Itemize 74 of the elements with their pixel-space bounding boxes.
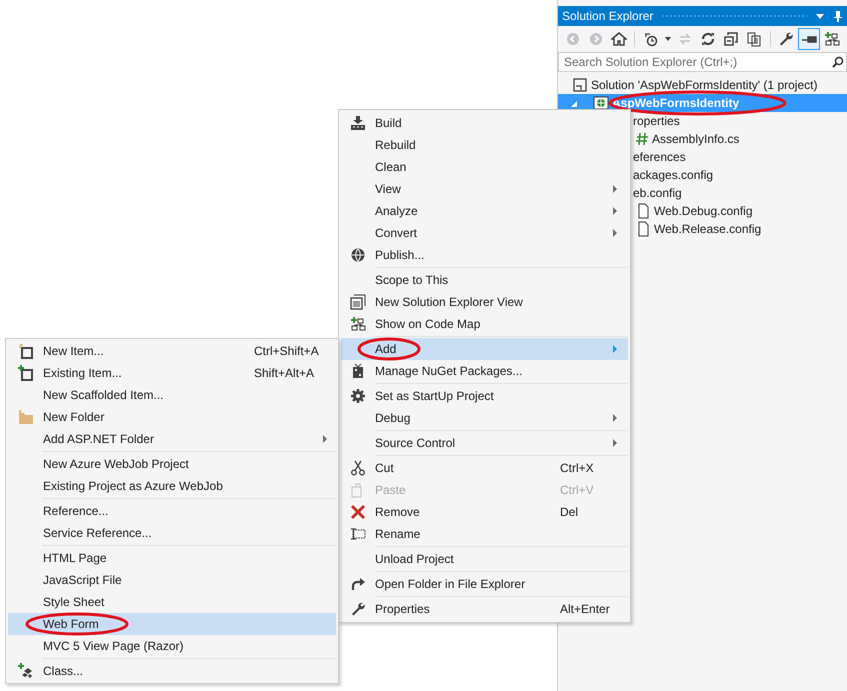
menu-item[interactable]: Convert — [341, 222, 628, 244]
gear-icon — [350, 388, 366, 404]
menu-item[interactable]: Publish... — [341, 244, 628, 266]
new-item-icon — [18, 343, 34, 359]
menu-item[interactable]: Scope to This — [341, 269, 628, 291]
menu-item[interactable]: Add ASP.NET Folder — [8, 428, 336, 450]
menu-item[interactable]: Debug — [341, 407, 628, 429]
menu-item[interactable]: Open Folder in File Explorer — [341, 573, 628, 595]
tree-item-label: Web.Release.config — [653, 221, 762, 238]
menu-item[interactable]: HTML Page — [8, 547, 336, 569]
menu-item[interactable]: Build — [341, 112, 628, 134]
tree-item-label: AspWebFormsIdentity — [611, 95, 740, 112]
shortcut-label: Ctrl+X — [560, 460, 594, 477]
menu-item[interactable]: New Azure WebJob Project — [8, 453, 336, 475]
menu-item[interactable]: Analyze — [341, 200, 628, 222]
shortcut-label: Ctrl+V — [560, 482, 594, 499]
pin-icon[interactable] — [833, 10, 843, 22]
class-icon — [18, 663, 34, 679]
hash-icon — [635, 131, 649, 147]
menu-item[interactable]: Web Form — [8, 613, 336, 635]
shortcut-label: Ctrl+Shift+A — [254, 343, 319, 360]
menu-item[interactable]: Set as StartUp Project — [341, 385, 628, 407]
add-item-icon — [18, 365, 34, 381]
tree-item-label: Web.Debug.config — [653, 203, 754, 220]
shortcut-label: Shift+Alt+A — [254, 365, 314, 382]
menu-item[interactable]: Cut Ctrl+X — [341, 457, 628, 479]
tree-item-label: Solution 'AspWebFormsIdentity' (1 project) — [590, 77, 818, 94]
tree-item-label: AssemblyInfo.cs — [651, 131, 740, 148]
menu-item[interactable]: Properties Alt+Enter — [341, 598, 628, 620]
menu-item[interactable]: Existing Project as Azure WebJob — [8, 475, 336, 497]
menu-item[interactable]: New Scaffolded Item... — [8, 384, 336, 406]
window-list-icon — [350, 294, 366, 310]
menu-item[interactable]: New Folder — [8, 406, 336, 428]
shortcut-label: Alt+Enter — [560, 601, 610, 618]
menu-item[interactable]: MVC 5 View Page (Razor) — [8, 635, 336, 657]
expanded-arrow-icon[interactable] — [570, 100, 578, 108]
menu-item[interactable]: New Solution Explorer View — [341, 291, 628, 313]
menu-item[interactable]: New Item... Ctrl+Shift+A — [8, 340, 336, 362]
menu-item[interactable]: Show on Code Map — [341, 313, 628, 335]
caret-icon[interactable] — [665, 36, 672, 42]
menu-item[interactable]: Style Sheet — [8, 591, 336, 613]
menu-item[interactable]: Reference... — [8, 500, 336, 522]
tree-item-label: roperties — [632, 113, 681, 130]
wrench-icon — [350, 601, 366, 617]
close-icon — [350, 504, 366, 520]
shortcut-label: Del — [560, 504, 578, 521]
menu-item[interactable]: Source Control — [341, 432, 628, 454]
tree-item-label: eferences — [632, 149, 687, 166]
menu-item[interactable]: Unload Project — [341, 548, 628, 570]
menu-item[interactable]: Rename — [341, 523, 628, 545]
rename-icon — [350, 526, 366, 542]
build-icon — [350, 115, 366, 131]
menu-item[interactable]: Manage NuGet Packages... — [341, 360, 628, 382]
menu-item[interactable]: Existing Item... Shift+Alt+A — [8, 362, 336, 384]
tree-item-label: ackages.config — [632, 167, 714, 184]
menu-item[interactable]: View — [341, 178, 628, 200]
menu-item[interactable]: JavaScript File — [8, 569, 336, 591]
solution-icon — [572, 77, 588, 93]
menu-item[interactable]: Class... — [8, 660, 336, 682]
redo-arrow-icon — [350, 576, 366, 592]
scissors-icon — [350, 460, 366, 476]
folder-icon — [18, 409, 34, 425]
code-map-icon — [350, 316, 366, 332]
panel-title: Solution Explorer — [562, 8, 654, 25]
search-icon — [832, 56, 844, 68]
menu-item[interactable]: Remove Del — [341, 501, 628, 523]
menu-item[interactable]: Add — [341, 338, 628, 360]
menu-item[interactable]: Rebuild — [341, 134, 628, 156]
search-field[interactable]: Search Solution Explorer (Ctrl+;) — [558, 52, 847, 72]
globe-icon — [350, 247, 366, 263]
menu-item[interactable]: Clean — [341, 156, 628, 178]
tree-item-label: eb.config — [632, 185, 683, 202]
menu-item[interactable]: Service Reference... — [8, 522, 336, 544]
dropdown-icon[interactable] — [815, 11, 825, 21]
